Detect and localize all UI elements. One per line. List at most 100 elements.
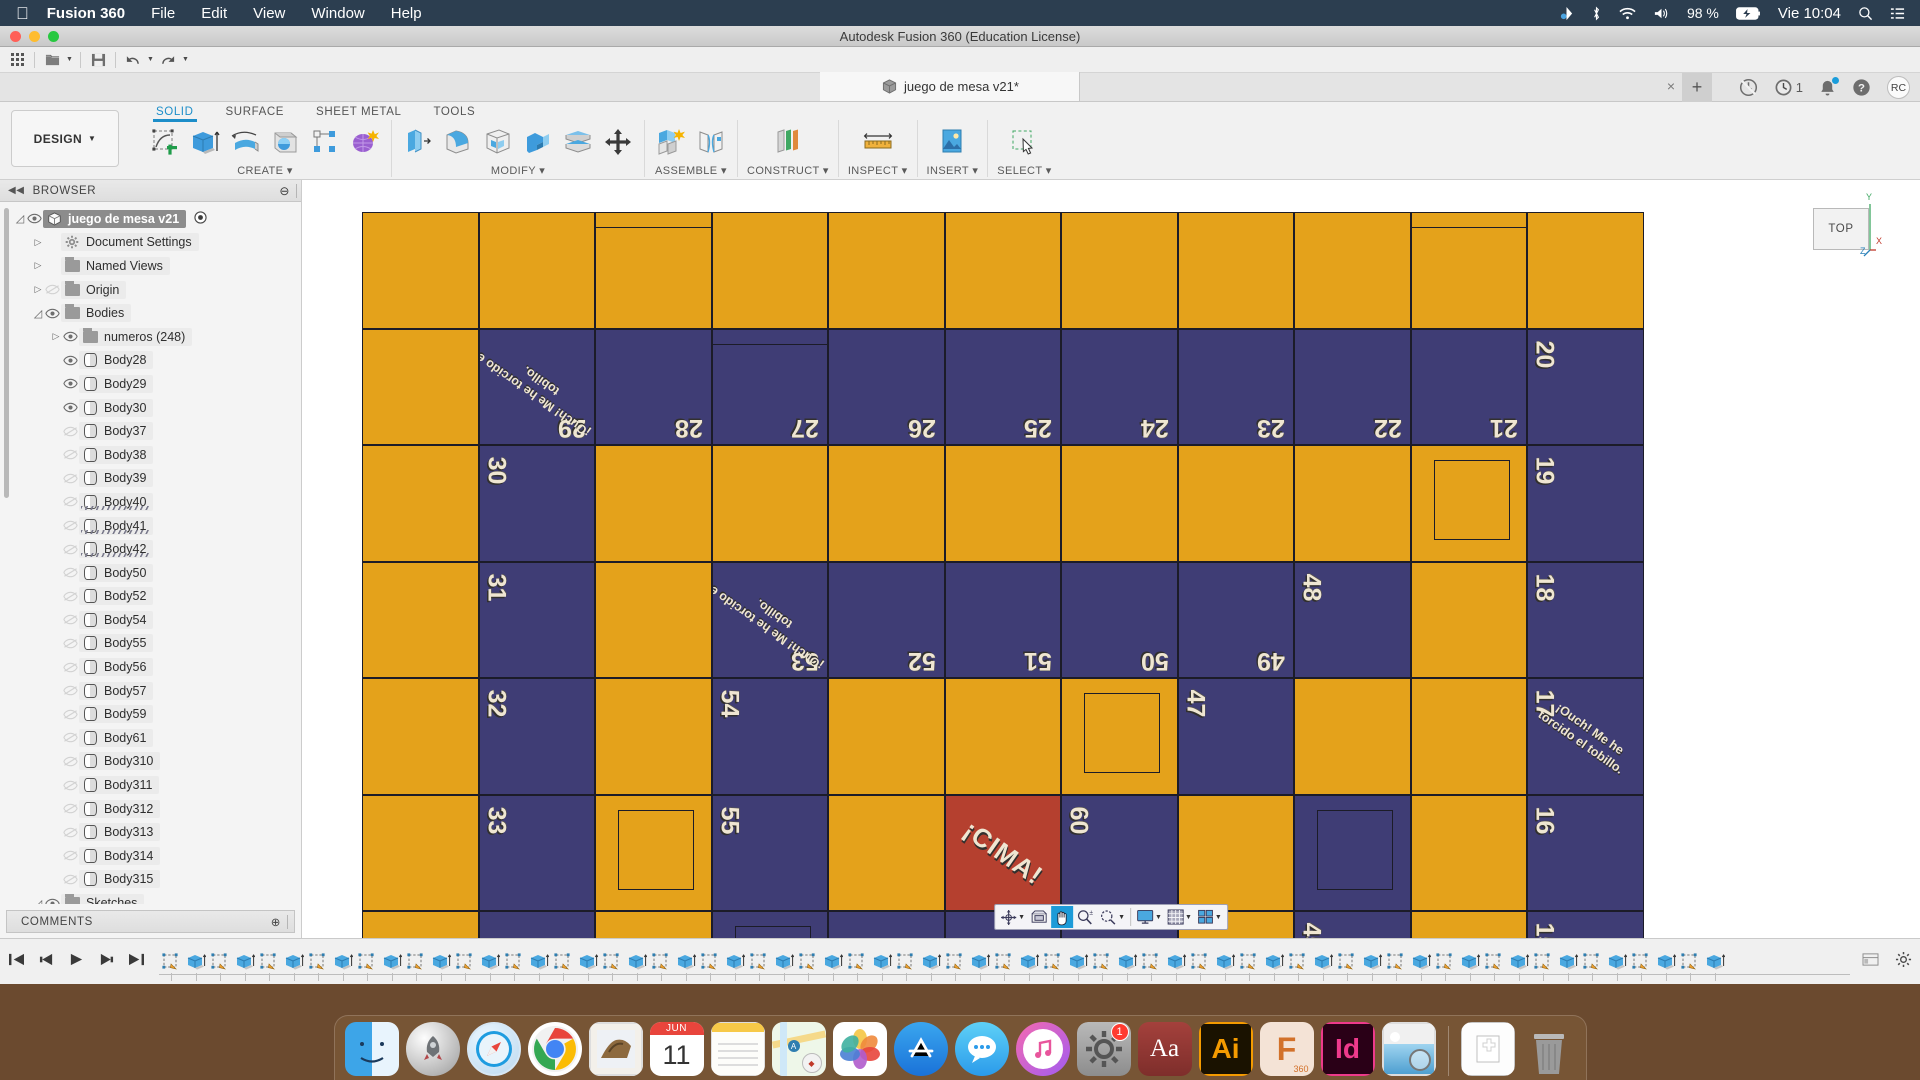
browser-node-body28[interactable]: Body28 (0, 349, 301, 373)
browser-node-chip[interactable]: Body56 (79, 658, 154, 677)
visibility-toggle-icon[interactable] (62, 402, 79, 413)
expand-arrow-icon[interactable]: ▷ (32, 236, 44, 248)
activate-component-radio[interactable] (194, 211, 207, 227)
board-cell[interactable] (1410, 678, 1527, 795)
board-cell[interactable] (595, 678, 712, 795)
browser-node-chip[interactable]: Body39 (79, 469, 154, 488)
board-cell[interactable]: 18 (1527, 561, 1644, 678)
browser-node-body41[interactable]: Body41 (0, 514, 301, 538)
timeline-sketch-feature[interactable] (1141, 952, 1161, 981)
browser-node-chip[interactable]: Body310 (79, 752, 161, 771)
timeline-sketch-feature[interactable] (1190, 952, 1210, 981)
timeline-extrude-feature[interactable] (921, 952, 941, 981)
timeline-extrude-feature[interactable] (823, 952, 843, 981)
panel-label-assemble[interactable]: ASSEMBLE ▾ (655, 164, 727, 177)
app-grid-icon[interactable] (6, 50, 28, 70)
tab-tools[interactable]: TOOLS (417, 102, 491, 121)
board-cell[interactable] (1410, 561, 1527, 678)
browser-node-chip[interactable]: Body311 (79, 776, 160, 795)
timeline-extrude-feature[interactable] (1019, 952, 1039, 981)
timeline-sketch-feature[interactable] (1239, 952, 1259, 981)
panel-label-select[interactable]: SELECT ▾ (997, 164, 1051, 177)
redo-icon[interactable] (157, 50, 179, 70)
wifi-icon[interactable] (1619, 7, 1636, 20)
board-cell[interactable]: 48 (1294, 561, 1411, 678)
new-file-icon[interactable] (41, 50, 63, 70)
select-icon[interactable] (1007, 124, 1041, 160)
visibility-toggle-icon[interactable] (44, 898, 61, 904)
browser-node-body37[interactable]: Body37 (0, 419, 301, 443)
timeline-sketch-feature[interactable] (455, 952, 475, 981)
timeline-extrude-feature[interactable] (1264, 952, 1284, 981)
panel-label-inspect[interactable]: INSPECT ▾ (848, 164, 908, 177)
board-cell[interactable] (362, 794, 479, 911)
board-cell[interactable]: 45 (1294, 911, 1411, 938)
board-cell[interactable] (362, 445, 479, 562)
board-cell[interactable] (1294, 445, 1411, 562)
measure-icon[interactable] (861, 124, 895, 160)
timeline-sketch-feature[interactable] (798, 952, 818, 981)
orbit-tool[interactable]: ▼ (998, 906, 1027, 928)
collapse-arrow-icon[interactable]: ◿ (14, 213, 26, 225)
board-cell[interactable]: 54 (711, 678, 828, 795)
browser-node-chip[interactable]: numeros (248) (79, 327, 193, 346)
apple-logo-icon[interactable]:  (16, 5, 29, 22)
browser-node-body311[interactable]: Body311 (0, 773, 301, 797)
undo-dropdown[interactable]: ▼ (146, 50, 155, 70)
browser-node-chip[interactable]: Document Settings (61, 233, 199, 252)
collapse-left-icon[interactable]: ◀◀ (8, 185, 25, 196)
visibility-toggle-icon[interactable] (62, 756, 79, 767)
timeline-extrude-feature[interactable] (1166, 952, 1186, 981)
browser-node-body42[interactable]: Body42 (0, 537, 301, 561)
add-comment-icon[interactable]: ⊕ (271, 915, 281, 929)
timeline-sketch-feature[interactable] (896, 952, 916, 981)
board-cell[interactable]: ¡CIMA! (944, 794, 1061, 911)
timeline-sketch-feature[interactable] (1680, 952, 1700, 981)
board-model[interactable]: 29 ¡Ouch! Me he torcido el tobillo. 28 27 26… (362, 212, 1644, 938)
board-cell[interactable] (944, 212, 1061, 329)
dock-app-fusion-360[interactable]: F 360 (1259, 1022, 1314, 1076)
browser-node-chip[interactable]: Body30 (79, 398, 154, 417)
chevron-down-icon[interactable]: ▼ (1185, 914, 1192, 921)
visibility-toggle-icon[interactable] (62, 709, 79, 720)
board-cell[interactable] (362, 911, 479, 938)
board-cell[interactable] (1177, 212, 1294, 329)
look-at-tool[interactable] (1028, 906, 1050, 928)
board-cell[interactable] (1177, 794, 1294, 911)
board-cell[interactable]: 50 (1061, 561, 1178, 678)
user-avatar[interactable]: RC (1887, 76, 1910, 99)
timeline-sketch-feature[interactable] (308, 952, 328, 981)
timeline-sketch-feature[interactable] (749, 952, 769, 981)
collapse-arrow-icon[interactable]: ◿ (32, 307, 44, 320)
timeline-settings-icon[interactable] (1895, 951, 1912, 973)
close-window-button[interactable] (10, 31, 21, 42)
browser-node-document-settings[interactable]: ▷ Document Settings (0, 231, 301, 255)
dock-app-messages[interactable] (954, 1022, 1009, 1076)
tab-sheet-metal[interactable]: SHEET METAL (300, 102, 417, 121)
board-cell[interactable]: 33 (478, 794, 595, 911)
board-cell[interactable]: 21 (1410, 328, 1527, 445)
menu-app-name[interactable]: Fusion 360 (47, 5, 125, 22)
panel-label-create[interactable]: CREATE ▾ (237, 164, 293, 177)
visibility-toggle-icon[interactable] (44, 308, 61, 319)
bluetooth-icon[interactable] (1591, 6, 1602, 21)
panel-label-insert[interactable]: INSERT ▾ (927, 164, 979, 177)
browser-node-chip[interactable]: Origin (61, 280, 127, 299)
timeline-sketch-feature[interactable] (1533, 952, 1553, 981)
board-cell[interactable]: 55 (711, 794, 828, 911)
expand-arrow-icon[interactable]: ▷ (50, 331, 62, 343)
undo-icon[interactable] (122, 50, 144, 70)
timeline-sketch-feature[interactable] (945, 952, 965, 981)
insert-image-icon[interactable] (935, 124, 969, 160)
tab-surface[interactable]: SURFACE (210, 102, 301, 121)
board-cell[interactable]: 22 (1294, 328, 1411, 445)
fillet-icon[interactable] (441, 124, 475, 160)
minimize-window-button[interactable] (29, 31, 40, 42)
dock-app-dictionary[interactable]: Aa (1137, 1022, 1192, 1076)
timeline-extrude-feature[interactable] (1705, 952, 1725, 981)
visibility-toggle-icon[interactable] (62, 874, 79, 885)
sync-status-icon[interactable] (1739, 78, 1758, 97)
browser-node-body61[interactable]: Body61 (0, 726, 301, 750)
browser-node-body30[interactable]: Body30 (0, 396, 301, 420)
expand-arrow-icon[interactable]: ▷ (32, 284, 44, 296)
